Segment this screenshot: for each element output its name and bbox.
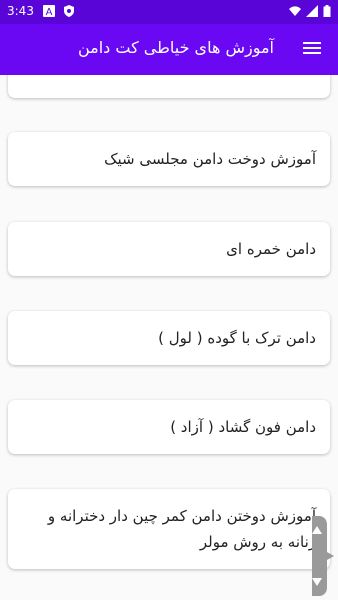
status-bar: 3:43 A	[0, 0, 338, 24]
wifi-icon	[289, 6, 301, 16]
app-bar: آموزش های خیاطی کت دامن	[0, 24, 338, 75]
list-item-label: دامن فون گشاد ( آزاد )	[170, 418, 316, 436]
list-item-label: آموزش دوختن دامن کمر چین دار دخترانه و ز…	[47, 507, 316, 551]
list-item[interactable]: دامن فون گشاد ( آزاد )	[8, 400, 330, 454]
list-item[interactable]: آموزش دوختن دامن کمر چین دار دخترانه و ز…	[8, 489, 330, 569]
item-list[interactable]: آموزش دوخت دامن مجلسی شیک دامن خمره ای د…	[0, 75, 338, 600]
app-title: آموزش های خیاطی کت دامن	[77, 38, 274, 57]
scroll-thumb-icon[interactable]	[302, 512, 336, 600]
shield-icon	[64, 5, 74, 17]
battery-icon	[323, 5, 331, 17]
list-item-label: دامن ترک با گوده ( لول )	[158, 329, 316, 347]
list-item[interactable]: آموزش دوخت دامن مجلسی شیک	[8, 132, 330, 186]
menu-icon[interactable]	[303, 40, 321, 58]
a-notification-icon: A	[43, 5, 55, 17]
list-item[interactable]: دامن خمره ای	[8, 222, 330, 276]
list-item[interactable]: دامن ترک با گوده ( لول )	[8, 311, 330, 365]
status-time: 3:43	[7, 4, 34, 18]
svg-text:A: A	[46, 7, 53, 17]
signal-icon	[306, 5, 318, 17]
list-item-label: آموزش دوخت دامن مجلسی شیک	[104, 150, 316, 168]
list-item[interactable]	[8, 75, 330, 98]
list-item-label: دامن خمره ای	[226, 240, 316, 258]
